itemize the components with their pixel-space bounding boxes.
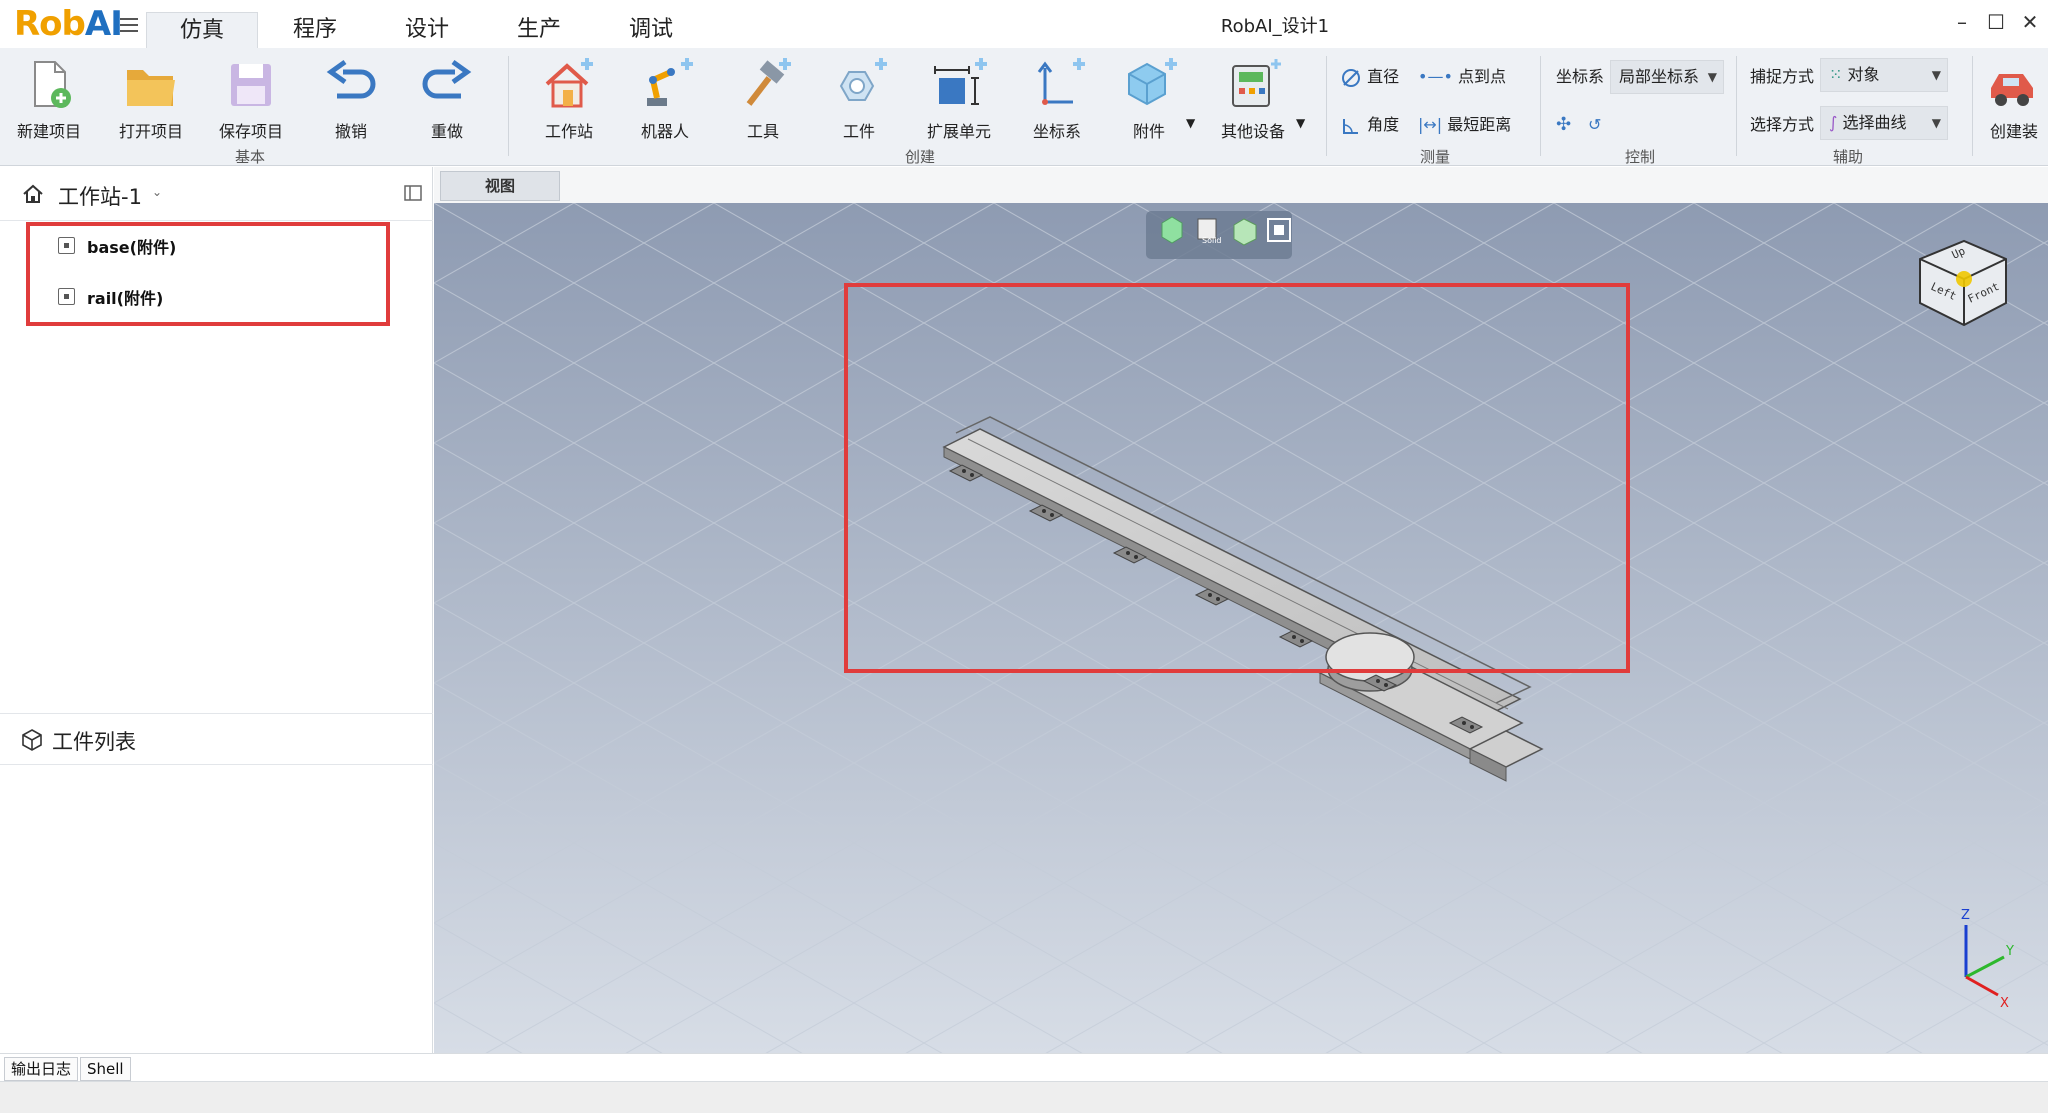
new-file-icon	[34, 61, 71, 108]
chevron-down-icon: ▼	[1707, 70, 1717, 84]
save-project-button[interactable]: 保存项目	[206, 54, 296, 144]
new-project-button[interactable]: 新建项目	[4, 54, 94, 144]
hex-nut-icon	[839, 58, 887, 101]
other-devices-dropdown-icon[interactable]: ▼	[1296, 110, 1305, 136]
home-icon	[23, 184, 43, 203]
attachment-button[interactable]: 附件	[1104, 54, 1194, 144]
point-to-point-tool[interactable]: •—• 点到点	[1418, 64, 1506, 90]
3d-viewport[interactable]: 视图 Solid Up Left Front Z Y X	[434, 167, 2048, 1053]
tab-simulation[interactable]: 仿真	[146, 12, 258, 48]
svg-text:Z: Z	[1961, 908, 1970, 923]
diameter-tool[interactable]: 直径	[1340, 64, 1399, 90]
workpiece-button[interactable]: 工件	[814, 54, 904, 144]
maximize-icon[interactable]: ☐	[1984, 10, 2008, 34]
chevron-down-icon: ▼	[1931, 116, 1941, 130]
hamburger-menu-icon[interactable]	[120, 18, 138, 34]
tree-highlight-box	[26, 222, 390, 326]
shortest-distance-icon: |↔|	[1418, 115, 1443, 134]
coord-system-select[interactable]: 局部坐标系 ▼	[1610, 60, 1724, 94]
close-icon[interactable]: ✕	[2018, 10, 2042, 34]
ribbon-toolbar: 新建项目 打开项目 保存项目 撤销 重做 基本 工作站 机器人 工具 工件 扩展…	[0, 48, 2048, 166]
box-view-icon[interactable]	[1233, 218, 1257, 246]
3d-scene[interactable]: Solid Up Left Front Z Y X	[434, 203, 2048, 1053]
status-bar	[0, 1081, 2048, 1113]
svg-text:Y: Y	[2005, 944, 2014, 959]
axes-icon	[1037, 58, 1085, 105]
view-mode-toolbar: Solid	[1146, 211, 1292, 259]
ribbon-separator	[1326, 56, 1327, 156]
panel-toggle-icon[interactable]	[404, 185, 422, 201]
tab-program[interactable]: 程序	[270, 12, 360, 48]
device-panel-icon	[1232, 59, 1281, 107]
view-tab[interactable]: 视图	[440, 171, 560, 201]
move-axis-icon[interactable]: ✣	[1556, 112, 1571, 138]
group-label-basic: 基本	[234, 148, 265, 166]
cube-icon	[1128, 58, 1177, 106]
save-disk-icon	[231, 64, 271, 106]
group-label-create: 创建	[904, 148, 935, 166]
tab-debug[interactable]: 调试	[606, 12, 696, 48]
curve-icon: ∫	[1829, 113, 1838, 132]
robot-arm-icon	[647, 58, 693, 106]
title-bar: RobAI 仿真 程序 设计 生产 调试 RobAI_设计1 – ☐ ✕	[0, 0, 2048, 48]
workstation-title[interactable]: 工作站-1	[58, 181, 142, 211]
group-label-measure: 测量	[1419, 148, 1450, 166]
snap-mode-label: 捕捉方式	[1750, 67, 1815, 86]
group-label-assist: 辅助	[1832, 148, 1863, 166]
parts-list-title: 工件列表	[52, 730, 136, 754]
coordinate-system-button[interactable]: 坐标系	[1012, 54, 1102, 144]
workstation-panel: 工作站-1 ⌄ base(附件) rail(附件) 工件列表	[0, 167, 433, 1053]
shaded-view-icon[interactable]	[1161, 216, 1183, 244]
select-mode-label: 选择方式	[1750, 115, 1815, 134]
robot-button[interactable]: 机器人	[620, 54, 710, 144]
snap-mode-select[interactable]: ⁙ 对象 ▼	[1820, 58, 1948, 92]
ribbon-separator	[1736, 56, 1737, 156]
parts-list-header: 工件列表	[0, 713, 433, 765]
hammer-icon	[746, 58, 791, 106]
other-devices-button[interactable]: 其他设备	[1208, 54, 1298, 144]
angle-icon	[1343, 118, 1358, 134]
undo-button[interactable]: 撤销	[306, 54, 396, 144]
tab-design[interactable]: 设计	[382, 12, 472, 48]
workstation-button[interactable]: 工作站	[524, 54, 614, 144]
rotate-axis-icon[interactable]: ↺	[1588, 112, 1601, 138]
group-label-control: 控制	[1624, 148, 1655, 166]
open-project-button[interactable]: 打开项目	[106, 54, 196, 144]
shortest-distance-tool[interactable]: |↔| 最短距离	[1418, 112, 1511, 138]
chevron-down-icon: ▼	[1931, 68, 1941, 82]
diameter-icon	[1342, 68, 1360, 87]
coord-system-label: 坐标系	[1556, 67, 1605, 86]
tab-shell[interactable]: Shell	[80, 1057, 131, 1081]
svg-text:X: X	[2000, 996, 2009, 1011]
cube-outline-icon	[22, 729, 42, 751]
redo-arrow-icon	[422, 59, 472, 99]
vehicle-icon	[1991, 74, 2033, 106]
svg-text:Solid: Solid	[1202, 236, 1222, 245]
folder-icon	[127, 70, 175, 106]
tab-output-log[interactable]: 输出日志	[4, 1057, 79, 1081]
window-title: RobAI_设计1	[1220, 16, 1330, 37]
create-assembly-button[interactable]: 创建装	[1978, 54, 2048, 144]
floor-grid	[434, 203, 2048, 1053]
extension-unit-button[interactable]: 扩展单元	[914, 54, 1004, 144]
bottom-tabs: 输出日志 Shell	[0, 1053, 2048, 1081]
redo-button[interactable]: 重做	[402, 54, 492, 144]
undo-arrow-icon	[326, 59, 376, 99]
point-to-point-icon: •—•	[1418, 67, 1453, 86]
tool-button[interactable]: 工具	[718, 54, 808, 144]
tab-production[interactable]: 生产	[494, 12, 584, 48]
ribbon-separator	[1972, 56, 1973, 156]
grid-dots-icon: ⁙	[1829, 65, 1843, 84]
extension-unit-icon	[934, 58, 987, 105]
minimize-icon[interactable]: –	[1950, 10, 1974, 34]
app-logo: RobAI	[14, 4, 123, 44]
workstation-header: 工作站-1 ⌄	[0, 167, 433, 221]
attachment-dropdown-icon[interactable]: ▼	[1186, 110, 1195, 136]
angle-tool[interactable]: 角度	[1340, 112, 1399, 138]
select-mode-select[interactable]: ∫ 选择曲线 ▼	[1820, 106, 1948, 140]
house-icon	[545, 58, 593, 108]
chevron-down-icon[interactable]: ⌄	[152, 185, 162, 199]
ribbon-separator	[508, 56, 509, 156]
ribbon-separator	[1540, 56, 1541, 156]
